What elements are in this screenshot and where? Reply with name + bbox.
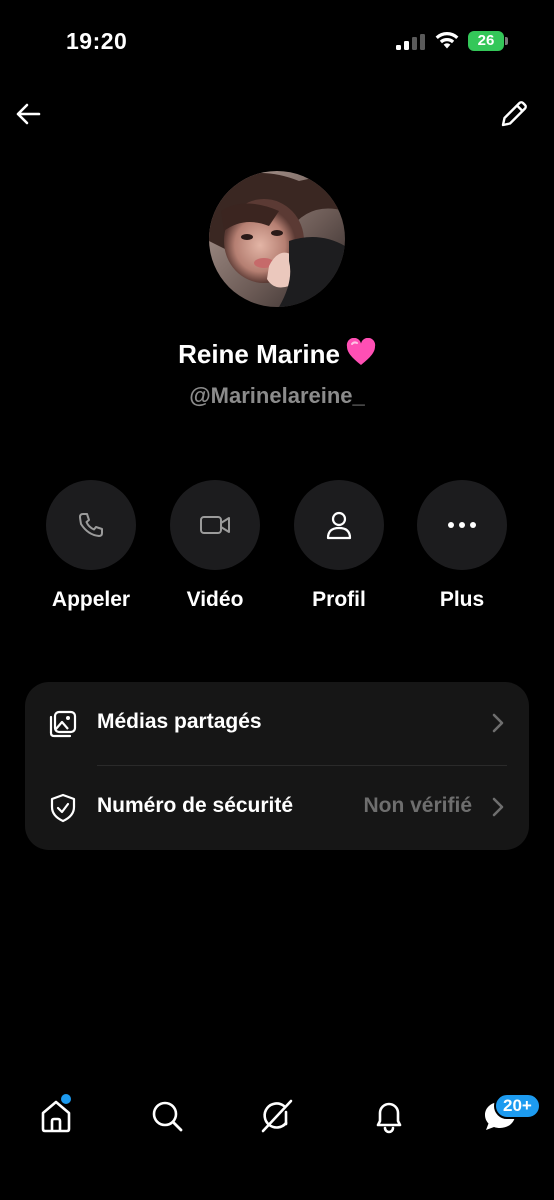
shared-media-icon: [49, 710, 77, 738]
arrow-left-icon[interactable]: [10, 96, 46, 132]
profile-button[interactable]: [294, 480, 384, 570]
pencil-icon[interactable]: [496, 96, 532, 132]
shared-media-row[interactable]: Médias partagés: [25, 682, 529, 766]
battery-indicator: 26: [468, 31, 508, 51]
more-label: Plus: [439, 588, 485, 611]
shared-media-label: Médias partagés: [97, 710, 262, 733]
info-card: Médias partagés Numéro de sécurité Non v…: [25, 682, 529, 850]
profile-label: Profil: [312, 588, 366, 611]
phone-icon: [79, 513, 103, 537]
tab-bar: [0, 1080, 554, 1160]
verification-status: Non vérifié: [363, 794, 472, 817]
security-number-row[interactable]: Numéro de sécurité Non vérifié: [25, 766, 529, 850]
person-icon: [326, 511, 352, 540]
more-action[interactable]: Plus: [400, 480, 524, 620]
video-label: Vidéo: [186, 588, 244, 611]
cellular-signal-icon: [396, 34, 425, 50]
video-action[interactable]: Vidéo: [153, 480, 277, 620]
pink-heart-icon: [346, 338, 376, 365]
display-name: Reine Marine: [178, 339, 340, 369]
battery-level: 26: [477, 32, 495, 49]
chevron-right-icon: [492, 713, 504, 733]
video-button[interactable]: [170, 480, 260, 570]
status-bar: 19:20 26: [0, 0, 554, 84]
profile-action[interactable]: Profil: [277, 480, 401, 620]
shield-check-icon: [50, 793, 76, 823]
user-handle: @Marinelareine_: [189, 383, 365, 408]
messages-badge: 20+: [494, 1093, 541, 1119]
call-label: Appeler: [51, 588, 131, 611]
profile-name-row: Reine Marine: [0, 338, 554, 370]
status-time: 19:20: [66, 28, 128, 54]
call-button[interactable]: [46, 480, 136, 570]
more-dots-icon: [448, 522, 476, 528]
home-notification-dot: [61, 1094, 71, 1104]
chevron-right-icon: [492, 797, 504, 817]
grok-icon[interactable]: [257, 1096, 297, 1136]
battery-cap: [505, 37, 508, 45]
call-action[interactable]: Appeler: [29, 480, 153, 620]
security-number-label: Numéro de sécurité: [97, 794, 294, 817]
video-camera-icon: [200, 516, 230, 534]
search-icon[interactable]: [147, 1096, 187, 1136]
more-button[interactable]: [417, 480, 507, 570]
wifi-icon: [435, 31, 459, 49]
avatar[interactable]: [209, 171, 345, 307]
bell-icon[interactable]: [369, 1096, 409, 1136]
